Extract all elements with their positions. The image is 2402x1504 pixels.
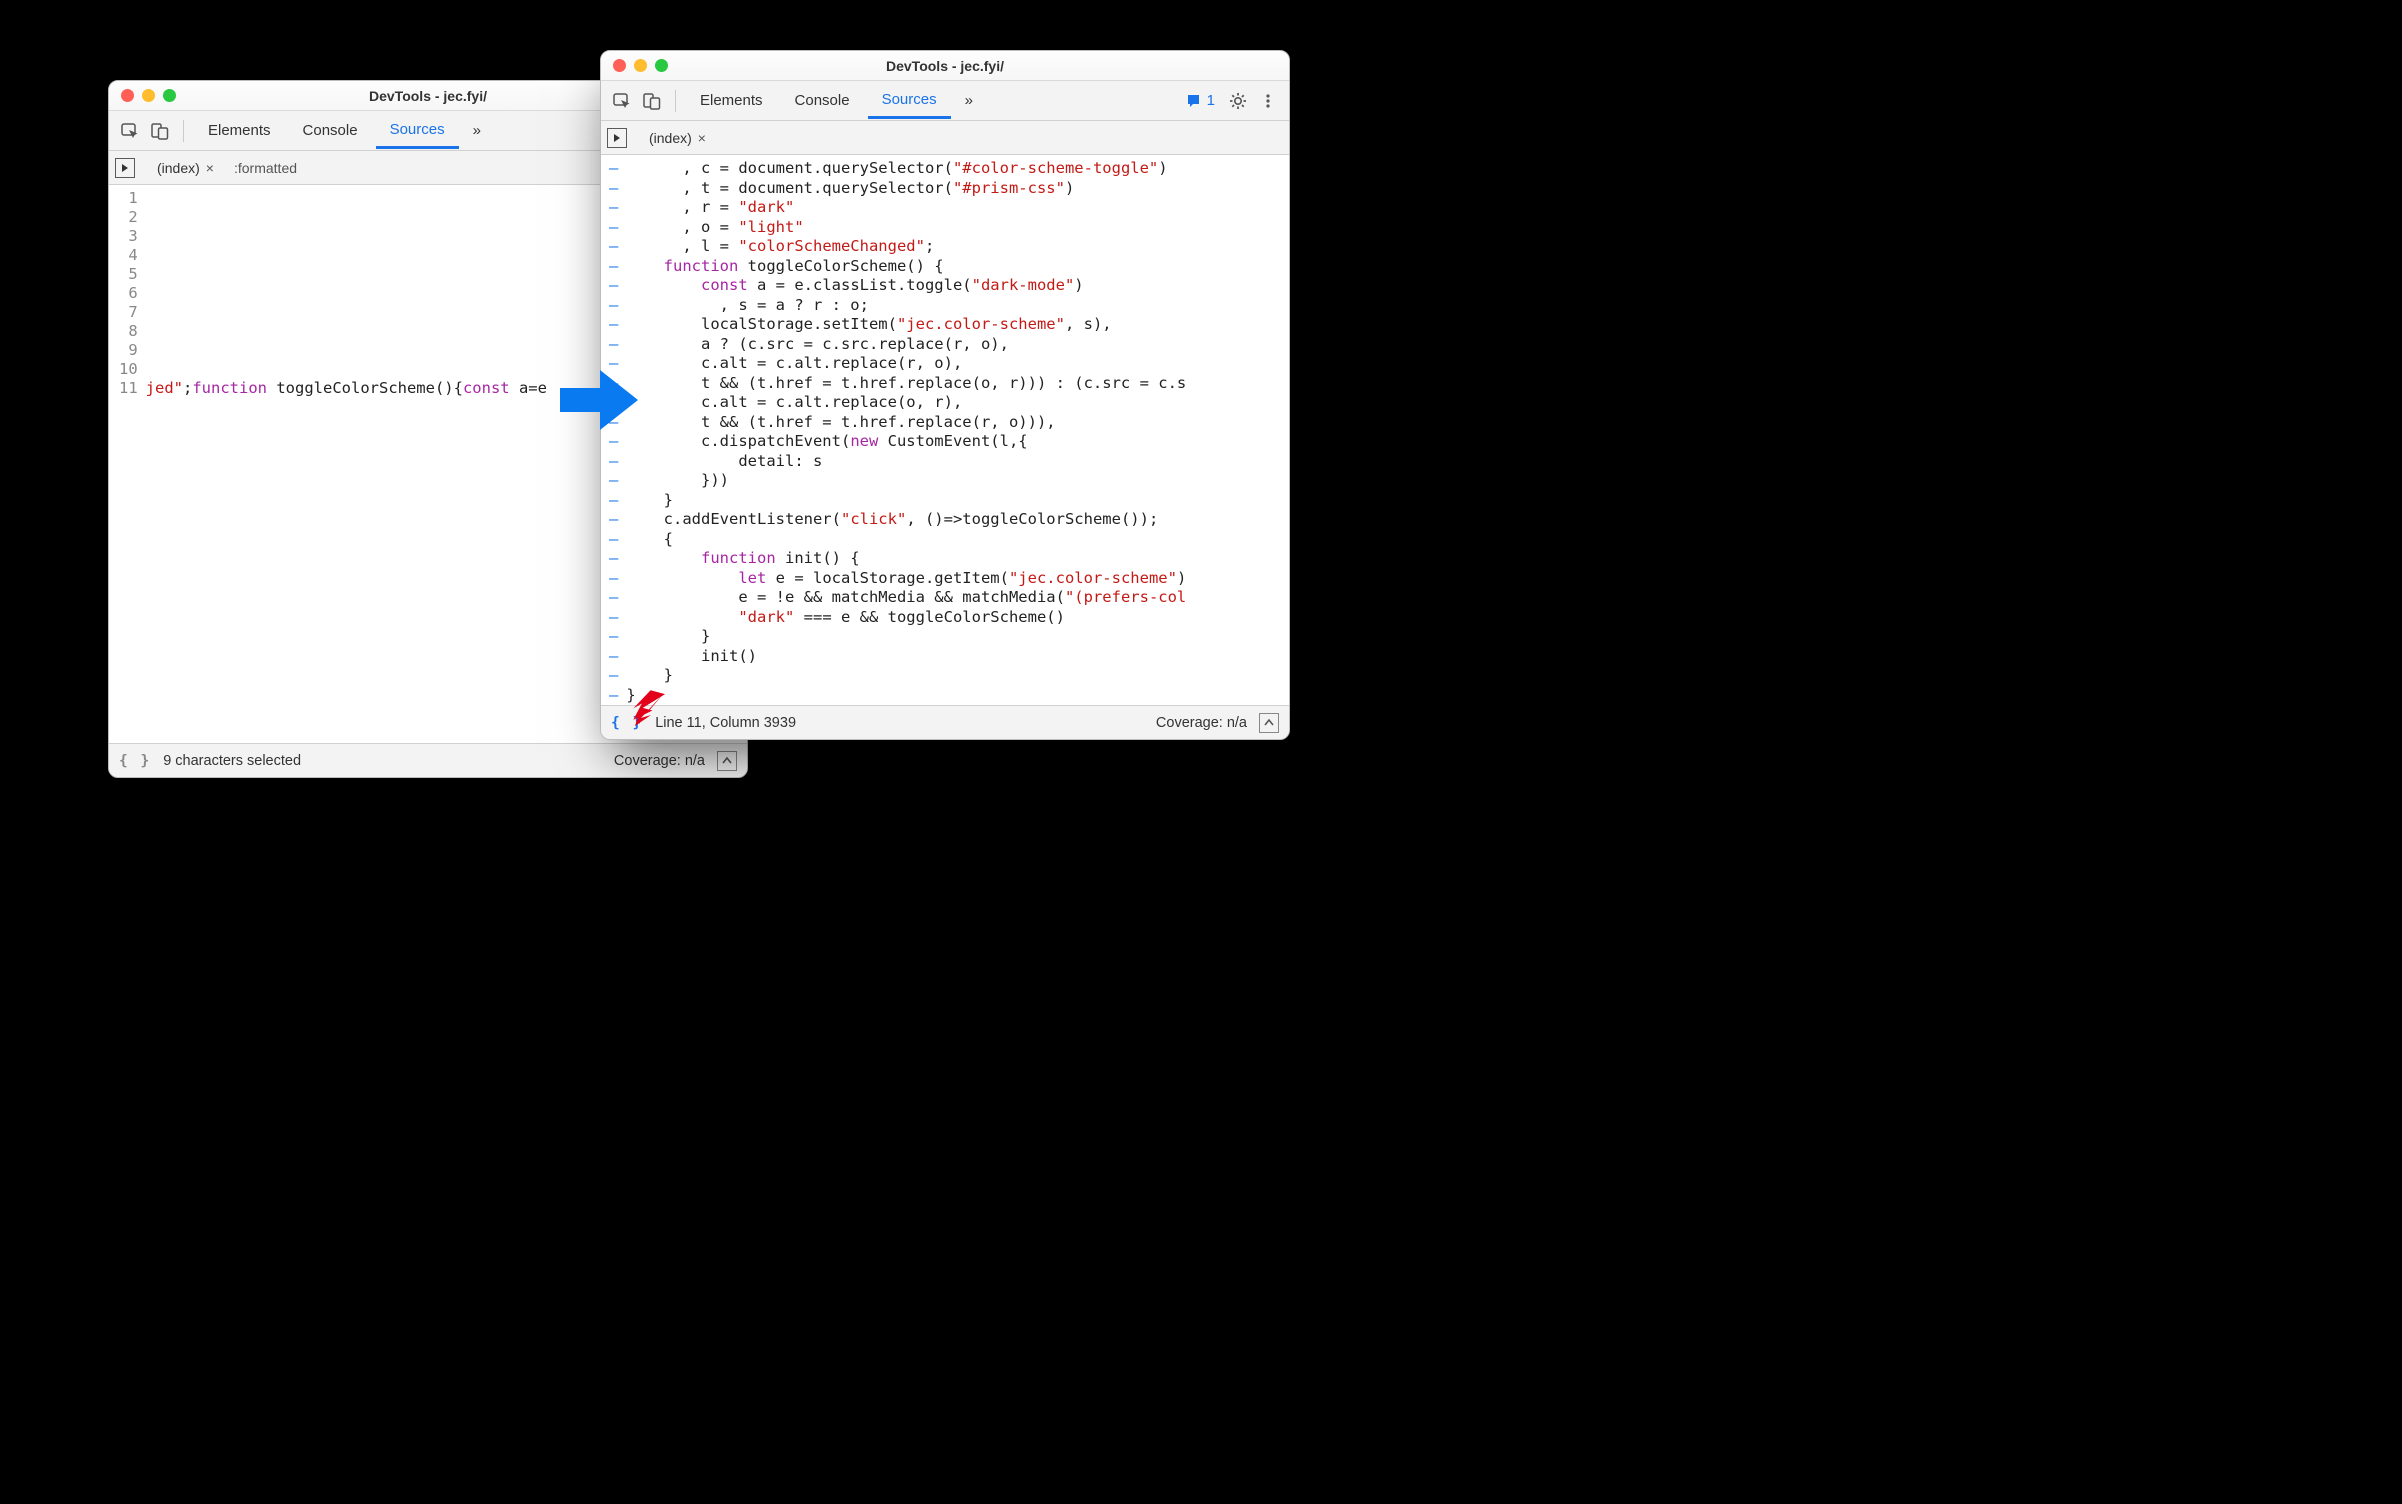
window-controls xyxy=(121,89,176,102)
window-controls xyxy=(613,59,668,72)
navigator-toggle-icon[interactable] xyxy=(115,158,135,178)
tab-elements[interactable]: Elements xyxy=(686,84,777,117)
device-toggle-icon[interactable] xyxy=(147,118,173,144)
tab-elements[interactable]: Elements xyxy=(194,114,285,147)
file-tab-index[interactable]: (index) × xyxy=(641,127,714,149)
status-bar: { } 9 characters selected Coverage: n/a xyxy=(109,743,747,777)
file-tab-index[interactable]: (index) × xyxy=(149,157,222,179)
close-icon[interactable]: × xyxy=(698,130,706,146)
more-tabs-icon[interactable]: » xyxy=(955,92,983,109)
devtools-window-right: DevTools - jec.fyi/ Elements Console Sou… xyxy=(600,50,1290,740)
tab-console[interactable]: Console xyxy=(781,84,864,117)
maximize-icon[interactable] xyxy=(655,59,668,72)
more-tabs-icon[interactable]: » xyxy=(463,122,491,139)
cursor-position: Line 11, Column 3939 xyxy=(655,715,796,731)
red-arrow-icon xyxy=(631,688,671,733)
minimize-icon[interactable] xyxy=(634,59,647,72)
issues-count: 1 xyxy=(1207,92,1215,109)
coverage-status: Coverage: n/a xyxy=(1156,715,1247,731)
tab-sources[interactable]: Sources xyxy=(868,83,951,119)
show-drawer-icon[interactable] xyxy=(1259,713,1279,733)
status-bar: { } Line 11, Column 3939 Coverage: n/a xyxy=(601,705,1289,739)
close-icon[interactable]: × xyxy=(206,160,214,176)
show-drawer-icon[interactable] xyxy=(717,751,737,771)
window-title: DevTools - jec.fyi/ xyxy=(613,58,1277,74)
blue-arrow-icon xyxy=(560,370,640,435)
file-tab-formatted[interactable]: :formatted xyxy=(226,157,305,179)
selection-status: 9 characters selected xyxy=(163,753,301,769)
navigator-toggle-icon[interactable] xyxy=(607,128,627,148)
line-gutter: 1 2 3 4 5 6 7 8 9 10 11 xyxy=(109,185,144,743)
tab-console[interactable]: Console xyxy=(289,114,372,147)
close-icon[interactable] xyxy=(613,59,626,72)
gear-icon[interactable] xyxy=(1225,88,1251,114)
close-icon[interactable] xyxy=(121,89,134,102)
minimize-icon[interactable] xyxy=(142,89,155,102)
file-tab-label: :formatted xyxy=(234,160,297,176)
tab-sources[interactable]: Sources xyxy=(376,113,459,149)
device-toggle-icon[interactable] xyxy=(639,88,665,114)
titlebar: DevTools - jec.fyi/ xyxy=(601,51,1289,81)
code-editor[interactable]: –––––––––––––––––––––––––––– , c = docum… xyxy=(601,155,1289,705)
inspect-icon[interactable] xyxy=(117,118,143,144)
file-tabstrip: (index) × xyxy=(601,121,1289,155)
pretty-print-icon[interactable]: { } xyxy=(119,753,151,769)
panel-tabs: Elements Console Sources » 1 xyxy=(601,81,1289,121)
file-tab-label: (index) xyxy=(649,130,692,146)
issues-icon[interactable]: 1 xyxy=(1181,88,1221,114)
inspect-icon[interactable] xyxy=(609,88,635,114)
file-tab-label: (index) xyxy=(157,160,200,176)
maximize-icon[interactable] xyxy=(163,89,176,102)
coverage-status: Coverage: n/a xyxy=(614,753,705,769)
kebab-menu-icon[interactable] xyxy=(1255,88,1281,114)
code-content[interactable]: , c = document.querySelector("#color-sch… xyxy=(624,155,1289,705)
